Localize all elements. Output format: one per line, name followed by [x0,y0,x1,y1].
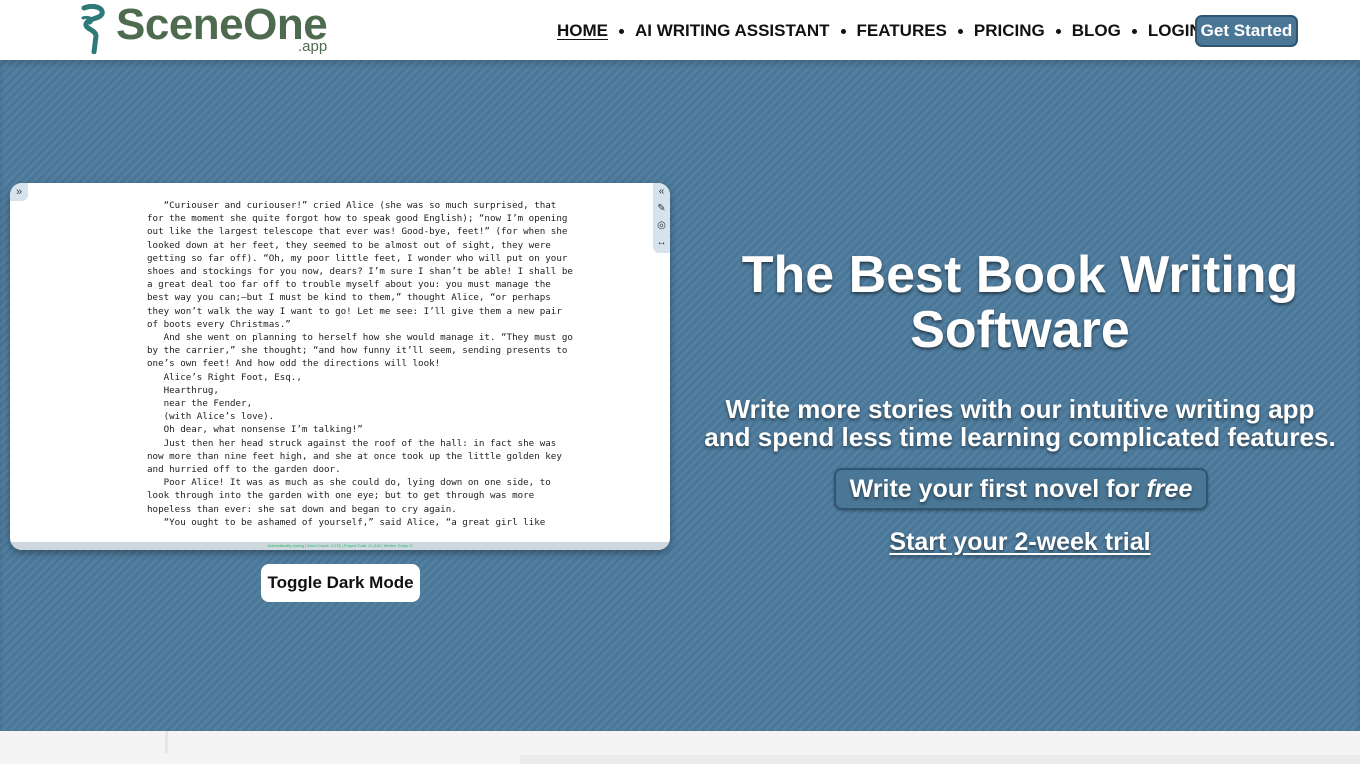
write-first-novel-free-button[interactable]: Write your first novel for free [834,468,1208,510]
manuscript-line: one’s own feet! And how odd the directio… [147,358,441,370]
manuscript-line: And she went on planning to herself how … [147,332,573,344]
manuscript-line: best way you can;—but I must be kind to … [147,292,551,304]
manuscript-line: getting so far off). “Oh, my poor little… [147,252,568,264]
manuscript-text: “Curiouser and curiouser!” cried Alice (… [147,199,573,529]
manuscript-line: “You ought to be ashamed of yourself,” s… [147,516,546,528]
logo-suffix: .app [298,38,328,55]
logo-wordmark: SceneOne [116,0,328,49]
nav-blog[interactable]: BLOG [1072,21,1121,41]
manuscript-line: hopeless than ever: she sat down and beg… [147,503,457,515]
sceneone-logo[interactable]: SceneOne .app [80,0,340,58]
below-fold [0,731,1360,764]
manuscript-line: “Curiouser and curiouser!” cried Alice (… [147,200,557,211]
start-trial-link[interactable]: Start your 2-week trial [700,528,1340,557]
nav-separator [1055,28,1061,34]
editor-toolbar: « ✎ ◎ ↔ [653,183,670,253]
nav-home[interactable]: HOME [557,21,608,41]
nav-separator [1131,28,1137,34]
manuscript-line: shoes and stockings for you now, dears? … [147,266,573,278]
editor-status-bar: Automatically saving | Word Count: 2,276… [10,542,670,550]
hero-headline: The Best Book Writing Software [741,246,1299,359]
get-started-button[interactable]: Get Started [1195,15,1298,47]
logo-mark-icon [81,4,105,54]
compass-icon[interactable]: ◎ [657,219,666,233]
manuscript-line: Oh dear, what nonsense I’m talking!” [147,424,363,436]
cta-free-emphasis: free [1146,474,1193,503]
nav-pricing[interactable]: PRICING [974,21,1045,41]
divider [520,755,1360,764]
manuscript-line: Alice’s Right Foot, Esq., [147,371,302,383]
manuscript-line: out like the largest telescope that ever… [147,226,568,238]
nav-login[interactable]: LOGIN [1148,21,1202,41]
site-header: SceneOne .app HOME AI WRITING ASSISTANT … [0,0,1360,60]
manuscript-line: look through into the garden with one ey… [147,490,535,502]
expand-left-icon[interactable]: » [10,183,28,201]
nav-ai-writing-assistant[interactable]: AI WRITING ASSISTANT [635,21,830,41]
manuscript-line: looked down at her feet, they seemed to … [147,239,551,251]
manuscript-line: Poor Alice! It was as much as she could … [147,477,551,489]
collapse-right-icon[interactable]: « [659,185,665,199]
editor-preview: » “Curiouser and curiouser!” cried Alice… [10,183,670,550]
nav-separator [840,28,846,34]
manuscript-line: Hearthrug, [147,384,219,396]
manuscript-line: of boots every Christmas.” [147,318,291,330]
nav-features[interactable]: FEATURES [857,21,947,41]
nav-separator [957,28,963,34]
toggle-dark-mode-button[interactable]: Toggle Dark Mode [261,564,420,602]
main-nav: HOME AI WRITING ASSISTANT FEATURES PRICI… [557,20,1202,42]
manuscript-line: near the Fender, [147,398,253,410]
nav-separator [619,28,624,34]
manuscript-line: by the carrier,” she thought; “and how f… [147,345,568,357]
cta-free-prefix: Write your first novel for [849,474,1140,503]
manuscript-line: Just then her head struck against the ro… [147,437,557,449]
manuscript-line: they won’t walk the way I want to go! Le… [147,305,562,317]
manuscript-line: for the moment she quite forgot how to s… [147,213,568,225]
width-icon[interactable]: ↔ [657,236,667,250]
manuscript-line: and hurried off to the garden door. [147,464,341,476]
hero-subline: Write more stories with our intuitive wr… [704,394,1336,452]
pen-icon[interactable]: ✎ [657,202,665,216]
manuscript-line: a great deal too far off to trouble myse… [147,279,551,291]
manuscript-line: now more than nine feet high, and she at… [147,450,562,462]
hero-section: » “Curiouser and curiouser!” cried Alice… [0,60,1360,731]
divider [165,731,168,753]
manuscript-line: (with Alice’s love). [147,411,275,423]
